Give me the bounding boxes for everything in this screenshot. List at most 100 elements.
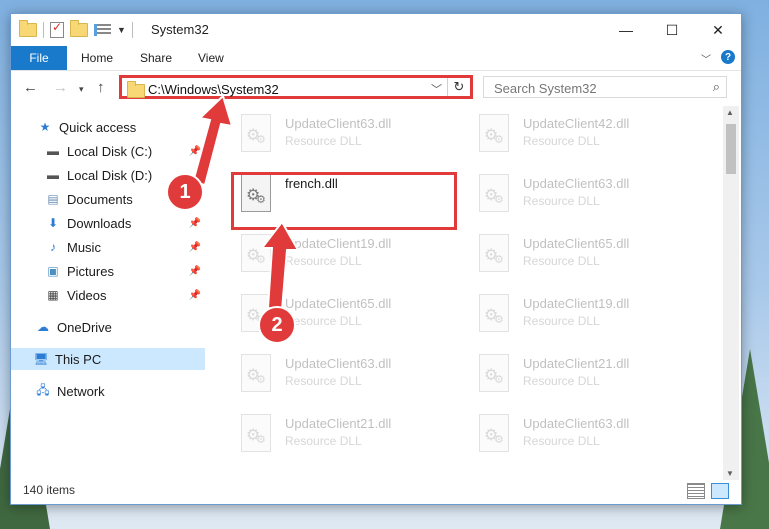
dll-file-icon [241, 354, 271, 392]
folder-icon[interactable] [19, 20, 37, 37]
list-item-french-dll[interactable]: french.dll [231, 168, 461, 220]
view-switcher [687, 483, 729, 499]
expand-ribbon-chevron-icon[interactable]: ﹀ [701, 51, 711, 66]
pin-icon[interactable]: 📌 [189, 266, 201, 277]
minimize-button[interactable]: — [603, 14, 649, 46]
vertical-scrollbar[interactable]: ▲ ▼ [723, 106, 739, 480]
sidebar-item-local-disk-c[interactable]: ▬ Local Disk (C:) 📌 [45, 140, 205, 162]
file-list: UpdateClient63.dll Resource DLL french.d… [217, 106, 721, 472]
new-folder-icon[interactable] [70, 20, 88, 37]
tab-file[interactable]: File [11, 46, 67, 70]
sidebar-item-downloads[interactable]: ⬇ Downloads 📌 [45, 212, 205, 234]
pin-icon[interactable]: 📌 [189, 146, 201, 157]
list-item[interactable]: UpdateClient42.dll Resource DLL [469, 108, 699, 160]
sidebar-item-videos[interactable]: ▦ Videos 📌 [45, 284, 205, 306]
sidebar-item-label: Videos [67, 287, 107, 303]
dll-file-icon [241, 114, 271, 152]
file-name: UpdateClient21.dll [285, 416, 392, 431]
up-arrow-icon[interactable]: ↑ [97, 79, 105, 96]
explorer-window: ▼ System32 — ☐ ✕ File Home Share View ﹀ … [10, 13, 742, 505]
address-bar[interactable]: C:\Windows\System32 ﹀ ↻ [119, 75, 473, 99]
file-type: Resource DLL [523, 134, 600, 148]
sidebar-item-label: Network [57, 383, 105, 399]
refresh-icon[interactable]: ↻ [447, 78, 470, 96]
pin-icon[interactable]: 📌 [189, 242, 201, 253]
sidebar-item-label: Downloads [67, 215, 132, 231]
search-input[interactable] [492, 78, 696, 98]
sidebar-item-pictures[interactable]: ▣ Pictures 📌 [45, 260, 205, 282]
sidebar-item-label: Pictures [67, 263, 114, 279]
forward-arrow-icon[interactable]: → [53, 79, 68, 96]
ribbon: File Home Share View ﹀ ? [11, 46, 741, 71]
dll-file-icon [479, 174, 509, 212]
item-count: 140 items [23, 483, 76, 497]
window-controls: — ☐ ✕ [603, 14, 741, 46]
tiles-view-icon[interactable] [711, 483, 729, 499]
back-arrow-icon[interactable]: ← [23, 79, 38, 96]
list-item[interactable]: UpdateClient19.dll Resource DLL [231, 228, 461, 280]
list-item[interactable]: UpdateClient63.dll Resource DLL [231, 348, 461, 400]
properties-check-icon[interactable] [50, 20, 64, 38]
sidebar-item-quick-access[interactable]: ★ Quick access [37, 116, 137, 138]
tab-share[interactable]: Share [140, 46, 172, 70]
pictures-icon: ▣ [47, 264, 59, 278]
file-name: UpdateClient65.dll [285, 296, 392, 311]
list-item[interactable]: UpdateClient63.dll Resource DLL [231, 108, 461, 160]
search-icon[interactable]: ⌕ [713, 79, 720, 95]
pin-icon[interactable]: 📌 [189, 290, 201, 301]
dll-file-icon [479, 294, 509, 332]
list-item[interactable]: UpdateClient21.dll Resource DLL [469, 348, 699, 400]
scrollbar-thumb[interactable] [726, 124, 736, 174]
pin-icon[interactable]: 📌 [189, 218, 201, 229]
sidebar-item-onedrive[interactable]: ☁ OneDrive [35, 316, 112, 338]
scroll-down-icon[interactable]: ▼ [726, 469, 734, 478]
file-name: UpdateClient65.dll [523, 236, 630, 251]
title-bar: ▼ System32 — ☐ ✕ [11, 14, 741, 46]
sidebar-item-local-disk-d[interactable]: ▬ Local Disk (D:) [45, 164, 152, 186]
sidebar-item-label: OneDrive [57, 319, 112, 335]
tab-home[interactable]: Home [81, 46, 113, 70]
navigation-pane: ★ Quick access ▬ Local Disk (C:) 📌 ▬ Loc… [11, 110, 205, 470]
tab-view[interactable]: View [198, 46, 224, 70]
recent-locations-chevron-icon[interactable]: ▾ [79, 84, 84, 95]
music-icon: ♪ [50, 240, 56, 254]
file-type: Resource DLL [285, 134, 362, 148]
sidebar-item-label: This PC [55, 351, 102, 367]
sidebar-item-label: Local Disk (D:) [67, 167, 153, 183]
sidebar-item-network[interactable]: 🖧 Network [35, 380, 105, 402]
window-title: System32 [151, 22, 209, 37]
sidebar-item-this-pc[interactable]: 🖥 This PC [11, 348, 205, 370]
sidebar-item-label: Music [67, 239, 101, 255]
maximize-button[interactable]: ☐ [649, 14, 695, 46]
star-icon: ★ [39, 120, 51, 134]
search-box[interactable]: ⌕ [483, 76, 727, 98]
file-type: Resource DLL [285, 374, 362, 388]
sidebar-item-music[interactable]: ♪ Music 📌 [45, 236, 205, 258]
details-view-icon[interactable] [687, 483, 705, 499]
file-name: UpdateClient42.dll [523, 116, 630, 131]
properties-icon[interactable] [94, 24, 111, 36]
scroll-up-icon[interactable]: ▲ [726, 108, 734, 117]
list-item[interactable]: UpdateClient65.dll Resource DLL [469, 228, 699, 280]
list-item[interactable]: UpdateClient19.dll Resource DLL [469, 288, 699, 340]
callout-badge-2: 2 [258, 306, 296, 344]
help-icon[interactable]: ? [721, 50, 735, 64]
customize-toolbar-chevron-icon[interactable]: ▼ [117, 25, 126, 35]
dll-file-icon [241, 414, 271, 452]
file-type: Resource DLL [523, 314, 600, 328]
file-type: Resource DLL [285, 254, 362, 268]
callout-badge-1: 1 [166, 173, 204, 211]
file-type: Resource DLL [523, 434, 600, 448]
list-item[interactable]: UpdateClient63.dll Resource DLL [469, 408, 699, 460]
address-dropdown-chevron-icon[interactable]: ﹀ [431, 81, 442, 97]
sidebar-item-label: Quick access [59, 119, 137, 135]
close-button[interactable]: ✕ [695, 14, 741, 46]
dll-file-icon [479, 354, 509, 392]
file-name: UpdateClient21.dll [523, 356, 630, 371]
list-item[interactable]: UpdateClient21.dll Resource DLL [231, 408, 461, 460]
file-name: UpdateClient63.dll [523, 176, 630, 191]
address-path[interactable]: C:\Windows\System32 [148, 82, 279, 97]
list-item[interactable]: UpdateClient63.dll Resource DLL [469, 168, 699, 220]
download-icon: ⬇ [47, 216, 59, 230]
navigation-bar: ← → ▾ ↑ C:\Windows\System32 ﹀ ↻ ⌕ [11, 71, 741, 105]
